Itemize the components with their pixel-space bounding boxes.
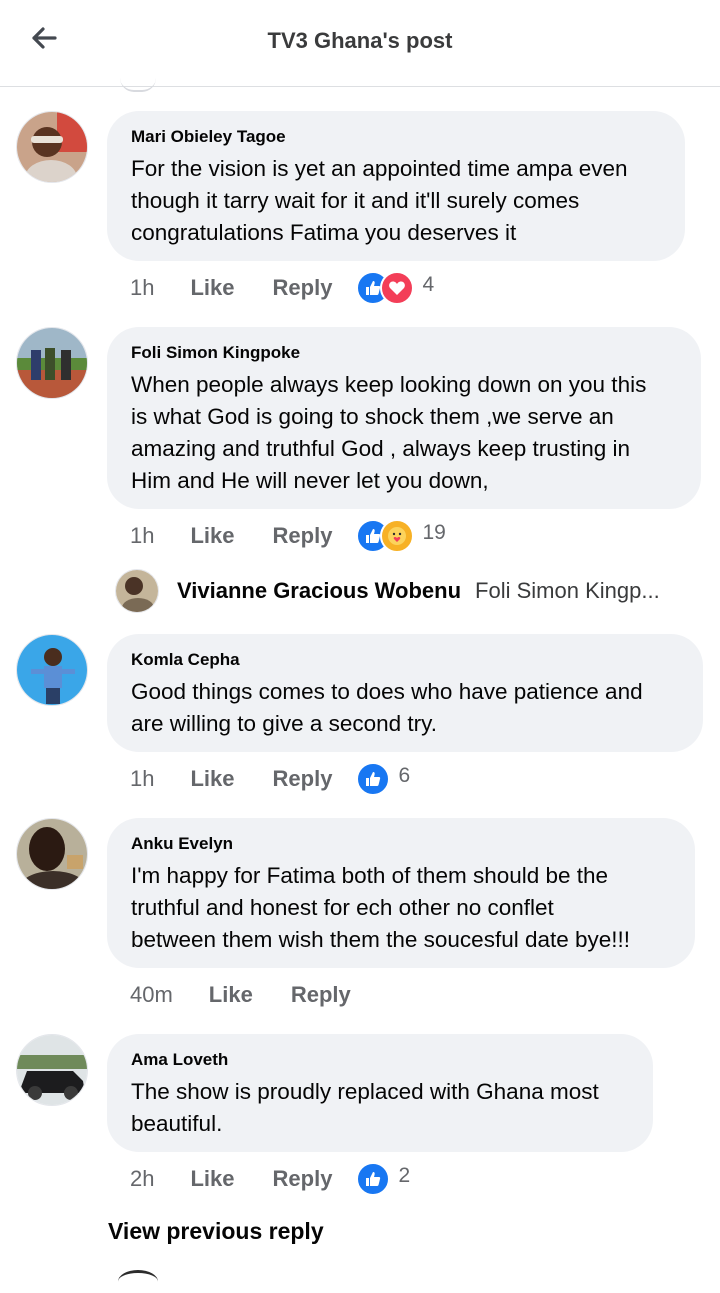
reply-button[interactable]: Reply (273, 523, 333, 549)
comment-time[interactable]: 40m (130, 982, 173, 1008)
care-reaction-icon (380, 519, 415, 553)
profile-photo (17, 1035, 87, 1105)
profile-photo (17, 819, 87, 889)
reactions-summary[interactable]: 4 (356, 271, 434, 305)
comment-text: The show is proudly replaced with Ghana … (131, 1076, 629, 1140)
comment-line: I'm happy for Fatima both of them should… (131, 863, 609, 888)
reply-button[interactable]: Reply (291, 982, 351, 1008)
comment-author[interactable]: Mari Obieley Tagoe (131, 127, 661, 147)
comment-time[interactable]: 1h (130, 523, 154, 549)
comment-time[interactable]: 2h (130, 1166, 154, 1192)
reaction-count: 2 (398, 1164, 411, 1187)
reply-author[interactable]: Vivianne Gracious Wobenu (177, 578, 461, 604)
comment-line: though it tarry wait for it and it'll su… (131, 188, 580, 213)
avatar[interactable] (16, 327, 88, 399)
comment-author[interactable]: Anku Evelyn (131, 834, 671, 854)
profile-photo (17, 112, 87, 182)
comment-text: When people always keep looking down on … (131, 369, 677, 497)
like-button[interactable]: Like (190, 523, 234, 549)
comment-author[interactable]: Ama Loveth (131, 1050, 629, 1070)
avatar[interactable] (16, 1034, 88, 1106)
reply-button[interactable]: Reply (273, 766, 333, 792)
reaction-count: 6 (398, 764, 411, 787)
comment-actions: 1h Like Reply 4 (130, 271, 434, 305)
avatar[interactable] (16, 818, 88, 890)
comment-line: Good things comes to does who have patie… (131, 679, 643, 704)
like-button[interactable]: Like (209, 982, 253, 1008)
profile-photo (17, 635, 87, 705)
comment-actions: 1h Like Reply 6 (130, 762, 410, 796)
love-reaction-icon (380, 271, 415, 305)
reply-button[interactable]: Reply (273, 1166, 333, 1192)
comment-line: truthful and honest for ech other no con… (131, 895, 554, 920)
comment-line: Him and He will never let you down, (131, 468, 489, 493)
like-reaction-icon (356, 762, 391, 796)
avatar (118, 1270, 158, 1293)
profile-photo (17, 328, 87, 398)
reactions-summary[interactable]: 2 (356, 1162, 410, 1196)
comment-actions: 2h Like Reply 2 (130, 1162, 410, 1196)
comment-text: For the vision is yet an appointed time … (131, 153, 661, 249)
comment-line: congratulations Fatima you deserves it (131, 220, 517, 245)
comment-line: between them wish them the soucesful dat… (131, 927, 631, 952)
avatar (120, 78, 156, 92)
like-button[interactable]: Like (190, 1166, 234, 1192)
comment-bubble[interactable]: Mari Obieley Tagoe For the vision is yet… (107, 111, 685, 261)
reaction-count: 19 (422, 521, 446, 544)
comment-text: Good things comes to does who have patie… (131, 676, 679, 740)
comment-line: When people always keep looking down on … (131, 372, 647, 397)
comment-text: I'm happy for Fatima both of them should… (131, 860, 671, 956)
top-bar: TV3 Ghana's post (0, 0, 720, 87)
view-previous-reply-link[interactable]: View previous reply (108, 1218, 324, 1245)
avatar[interactable] (16, 111, 88, 183)
comment-line: is what God is going to shock them ,we s… (131, 404, 614, 429)
reaction-count: 4 (422, 273, 435, 296)
avatar[interactable] (16, 634, 88, 706)
comment-author[interactable]: Foli Simon Kingpoke (131, 343, 677, 363)
avatar[interactable] (115, 569, 159, 613)
profile-photo (116, 570, 158, 612)
reply-button[interactable]: Reply (273, 275, 333, 301)
comment-line: For the vision is yet an appointed time … (131, 156, 628, 181)
like-button[interactable]: Like (190, 766, 234, 792)
reply-text: Foli Simon Kingp... (475, 578, 660, 603)
comment-bubble[interactable]: Foli Simon Kingpoke When people always k… (107, 327, 701, 509)
comment-line: beautiful. (131, 1111, 223, 1136)
reply-preview[interactable]: Vivianne Gracious Wobenu Foli Simon King… (115, 568, 715, 614)
comment-line: The show is proudly replaced with Ghana … (131, 1079, 599, 1104)
comment-author[interactable]: Komla Cepha (131, 650, 679, 670)
comment-time[interactable]: 1h (130, 766, 154, 792)
reactions-summary[interactable]: 19 (356, 519, 446, 553)
comment-time[interactable]: 1h (130, 275, 154, 301)
comment-actions: 40m Like Reply (130, 978, 389, 1012)
comment-bubble[interactable]: Ama Loveth The show is proudly replaced … (107, 1034, 653, 1152)
reactions-summary[interactable]: 6 (356, 762, 410, 796)
comment-bubble[interactable]: Komla Cepha Good things comes to does wh… (107, 634, 703, 752)
comment-line: amazing and truthful God , always keep t… (131, 436, 631, 461)
like-reaction-icon (356, 1162, 391, 1196)
comment-actions: 1h Like Reply 19 (130, 519, 446, 553)
comment-line: are willing to give a second try. (131, 711, 437, 736)
page-title: TV3 Ghana's post (267, 28, 453, 53)
comment-bubble[interactable]: Anku Evelyn I'm happy for Fatima both of… (107, 818, 695, 968)
like-button[interactable]: Like (190, 275, 234, 301)
